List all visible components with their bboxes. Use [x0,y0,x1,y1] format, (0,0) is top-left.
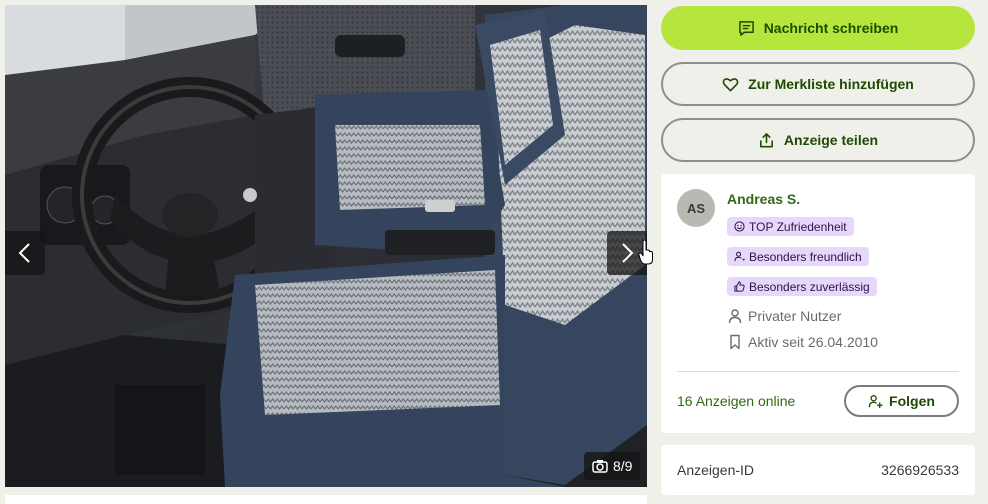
seller-badges: TOP Zufriedenheit Besonders freundlich B… [727,217,877,296]
add-to-watchlist-button[interactable]: Zur Merkliste hinzufügen [661,62,975,106]
camera-icon [592,460,608,473]
gallery-prev-button[interactable] [5,231,45,275]
gallery-below-strip [5,495,647,504]
listing-id-label: Anzeigen-ID [677,462,755,478]
seller-card: AS Andreas S. TOP Zufriedenheit Besonder… [661,174,975,433]
badge-top-satisfaction: TOP Zufriedenheit [727,217,854,236]
image-counter-text: 8/9 [613,458,633,474]
follow-button[interactable]: Folgen [844,385,959,417]
avatar[interactable]: AS [677,189,715,227]
follow-button-label: Folgen [889,393,935,409]
gallery-next-button[interactable] [607,231,647,275]
share-listing-button[interactable]: Anzeige teilen [661,118,975,162]
listing-id-value: 3266926533 [881,462,959,478]
badge-reliable: Besonders zuverlässig [727,277,877,296]
image-counter: 8/9 [584,452,641,480]
chat-icon [738,20,754,36]
seller-active-since-text: Aktiv seit 26.04.2010 [748,334,878,350]
send-message-button[interactable]: Nachricht schreiben [661,6,975,50]
badge-friendly: Besonders freundlich [727,247,869,266]
add-to-watchlist-label: Zur Merkliste hinzufügen [748,76,914,92]
chevron-right-icon [622,243,634,263]
person-icon [728,309,742,324]
send-message-label: Nachricht schreiben [763,20,899,36]
share-listing-label: Anzeige teilen [783,132,879,148]
chevron-left-icon [18,243,30,263]
smiley-icon [734,221,745,232]
seller-active-since: Aktiv seit 26.04.2010 [727,334,878,350]
seller-name[interactable]: Andreas S. [727,191,800,207]
seller-user-type: Privater Nutzer [727,308,841,324]
listing-photo [5,5,647,487]
friendly-icon [734,251,745,262]
bookmark-icon [730,334,740,350]
seller-user-type-text: Privater Nutzer [748,308,842,324]
follow-user-icon [868,394,883,408]
divider [677,371,959,372]
heart-icon [722,77,739,91]
seller-ads-online-link[interactable]: 16 Anzeigen online [677,393,795,409]
share-icon [759,132,773,147]
badge-label: Besonders zuverlässig [749,279,870,294]
listing-id-card: Anzeigen-ID 3266926533 [661,445,975,495]
badge-label: Besonders freundlich [749,249,862,264]
badge-label: TOP Zufriedenheit [749,219,847,234]
thumbs-up-icon [734,281,745,292]
image-gallery[interactable]: 8/9 [5,5,647,487]
